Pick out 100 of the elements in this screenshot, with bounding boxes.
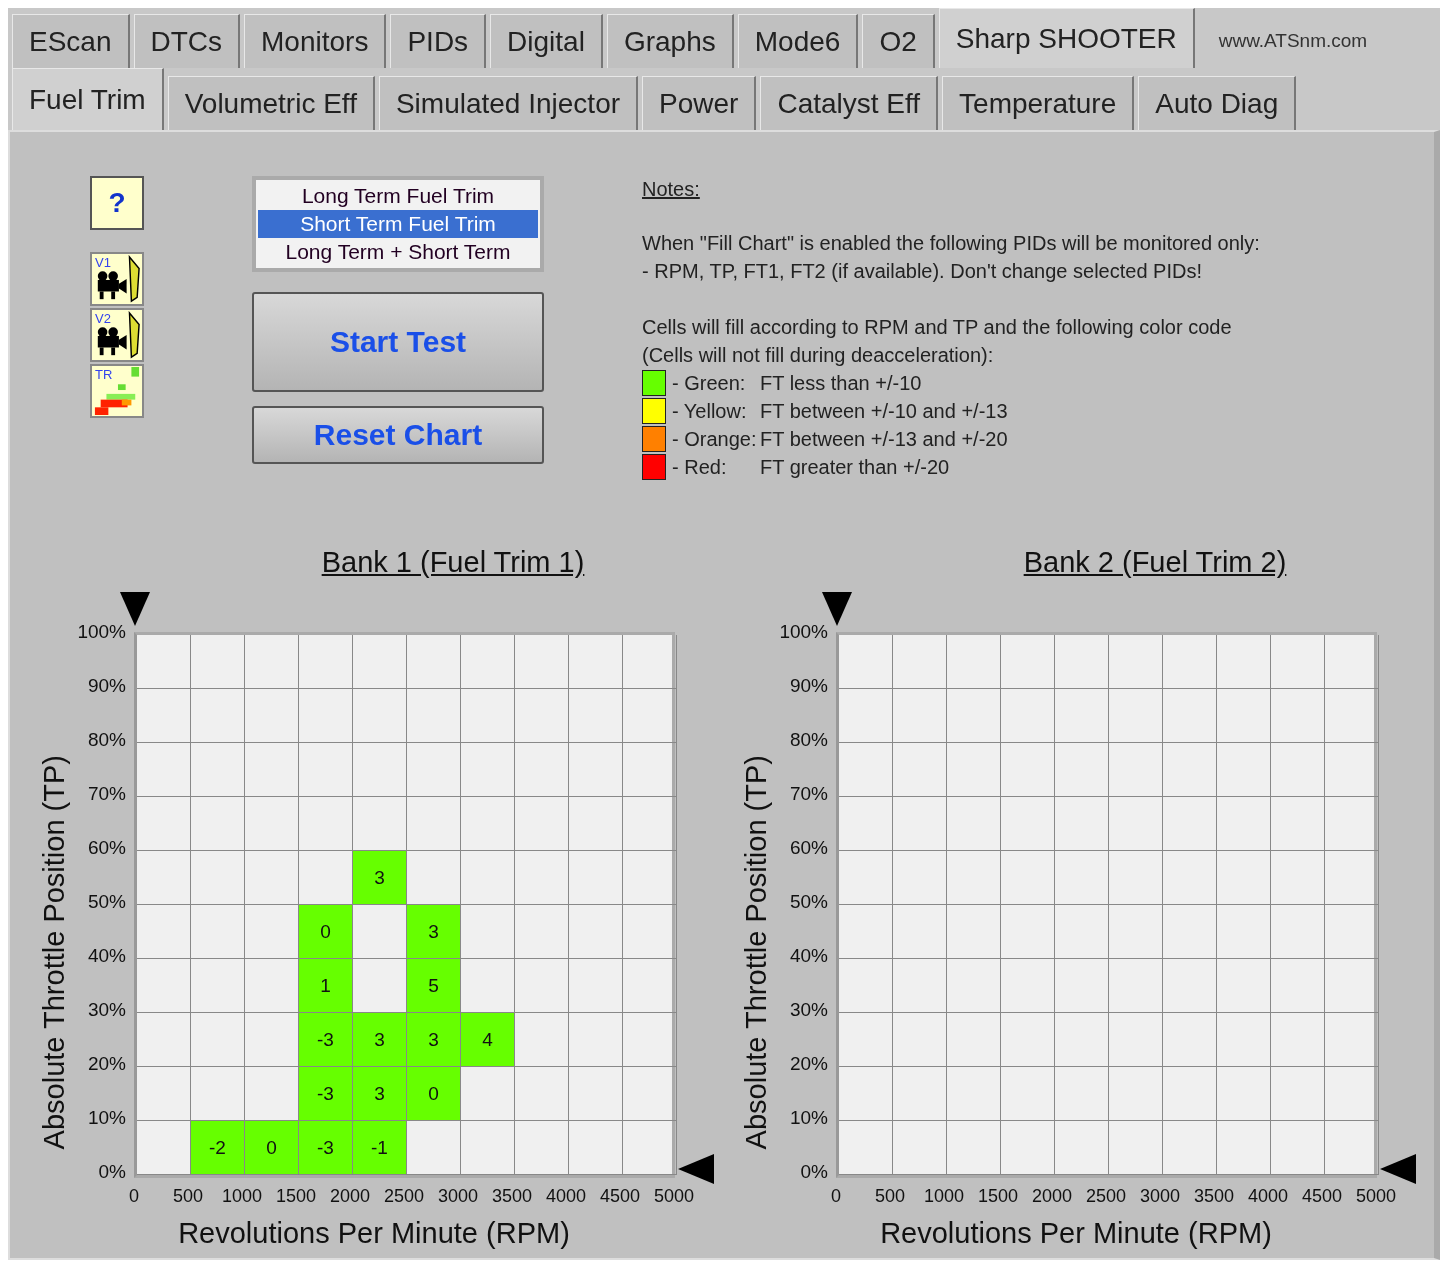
empty-cell (1325, 689, 1379, 743)
axis-tick-label: 1000 (922, 1186, 965, 1207)
tab[interactable]: EScan (12, 14, 130, 68)
tab[interactable]: Power (642, 76, 757, 130)
list-option[interactable]: Long Term + Short Term (258, 238, 538, 266)
empty-cell (1055, 743, 1109, 797)
axis-tick-label: 60% (789, 836, 828, 860)
empty-cell (515, 1067, 569, 1121)
chart-button[interactable]: TR (90, 364, 144, 418)
start-test-button[interactable]: Start Test (252, 292, 544, 392)
tab[interactable]: PIDs (390, 14, 487, 68)
empty-cell (839, 743, 893, 797)
empty-cell (299, 743, 353, 797)
empty-cell (353, 689, 407, 743)
chart-title: Bank 1 (Fuel Trim 1) (320, 546, 586, 580)
empty-cell (893, 1013, 947, 1067)
empty-cell (245, 689, 299, 743)
tab[interactable]: DTCs (133, 14, 241, 68)
tab[interactable]: Simulated Injector (378, 76, 639, 130)
axis-tick-label: 3000 (436, 1186, 479, 1207)
axis-tick-label: 100% (77, 620, 126, 644)
empty-cell (1163, 689, 1217, 743)
empty-cell (893, 743, 947, 797)
empty-cell (1163, 1067, 1217, 1121)
tab[interactable]: Monitors (244, 14, 387, 68)
empty-cell (569, 959, 623, 1013)
empty-cell (839, 689, 893, 743)
empty-cell (461, 635, 515, 689)
axis-tick-label: 0 (830, 1186, 842, 1207)
tab[interactable]: Catalyst Eff (760, 76, 939, 130)
tab[interactable]: Auto Diag (1138, 76, 1297, 130)
axis-tick-label: 1500 (274, 1186, 317, 1207)
empty-cell (839, 635, 893, 689)
empty-cell (569, 743, 623, 797)
empty-cell (515, 689, 569, 743)
axis-tick-label: 1500 (976, 1186, 1019, 1207)
tab[interactable]: Volumetric Eff (167, 76, 375, 130)
empty-cell (1325, 743, 1379, 797)
empty-cell (137, 959, 191, 1013)
empty-cell (569, 851, 623, 905)
tab[interactable]: Mode6 (737, 14, 859, 68)
axis-tick-label: 40% (789, 944, 828, 968)
axis-tick-label: 0% (800, 1160, 828, 1184)
axis-tick-label: 60% (87, 836, 126, 860)
tab[interactable]: Fuel Trim (12, 68, 164, 130)
filled-cell: -3 (299, 1067, 353, 1121)
empty-cell (1109, 905, 1163, 959)
empty-cell (1325, 1121, 1379, 1175)
empty-cell (1325, 635, 1379, 689)
empty-cell (191, 1013, 245, 1067)
empty-cell (569, 689, 623, 743)
empty-cell (1271, 1121, 1325, 1175)
empty-cell (947, 689, 1001, 743)
axis-tick-label: 0% (98, 1160, 126, 1184)
empty-cell (245, 635, 299, 689)
empty-cell (1217, 797, 1271, 851)
empty-cell (839, 797, 893, 851)
empty-cell (1109, 959, 1163, 1013)
list-option[interactable]: Short Term Fuel Trim (258, 210, 538, 238)
chart-title: Bank 2 (Fuel Trim 2) (1022, 546, 1288, 580)
empty-cell (1109, 797, 1163, 851)
empty-cell (947, 635, 1001, 689)
tab[interactable]: Digital (490, 14, 603, 68)
empty-cell (1109, 1121, 1163, 1175)
axis-tick-label: 4000 (1246, 1186, 1289, 1207)
empty-cell (137, 851, 191, 905)
video-button[interactable]: V2 (90, 308, 144, 362)
filled-cell: 3 (353, 1067, 407, 1121)
axis-tick-label: 1000 (220, 1186, 263, 1207)
empty-cell (137, 1013, 191, 1067)
help-button[interactable]: ? (90, 176, 144, 230)
empty-cell (1271, 635, 1325, 689)
tab[interactable]: Graphs (606, 14, 734, 68)
empty-cell (1001, 635, 1055, 689)
list-option[interactable]: Long Term Fuel Trim (258, 182, 538, 210)
tab[interactable]: Temperature (942, 76, 1135, 130)
axis-tick-label: 30% (789, 998, 828, 1022)
empty-cell (569, 1121, 623, 1175)
empty-cell (893, 1121, 947, 1175)
legend-text: FT less than +/-10 (760, 371, 922, 395)
empty-cell (1001, 1013, 1055, 1067)
tab[interactable]: O2 (862, 14, 935, 68)
empty-cell (1001, 959, 1055, 1013)
legend-label: - Orange: (672, 427, 758, 451)
filled-cell: 3 (407, 1013, 461, 1067)
empty-cell (1271, 797, 1325, 851)
reset-chart-button[interactable]: Reset Chart (252, 406, 544, 464)
empty-cell (1325, 905, 1379, 959)
tab[interactable]: Sharp SHOOTER (938, 8, 1195, 68)
empty-cell (515, 1121, 569, 1175)
video-button[interactable]: V1 (90, 252, 144, 306)
empty-cell (299, 635, 353, 689)
filled-cell: 3 (407, 905, 461, 959)
axis-tick-label: 2500 (382, 1186, 425, 1207)
empty-cell (353, 743, 407, 797)
axis-tick-label: 5000 (1354, 1186, 1397, 1207)
empty-cell (839, 905, 893, 959)
empty-cell (1217, 905, 1271, 959)
axis-tick-label: 0 (128, 1186, 140, 1207)
empty-cell (947, 1013, 1001, 1067)
